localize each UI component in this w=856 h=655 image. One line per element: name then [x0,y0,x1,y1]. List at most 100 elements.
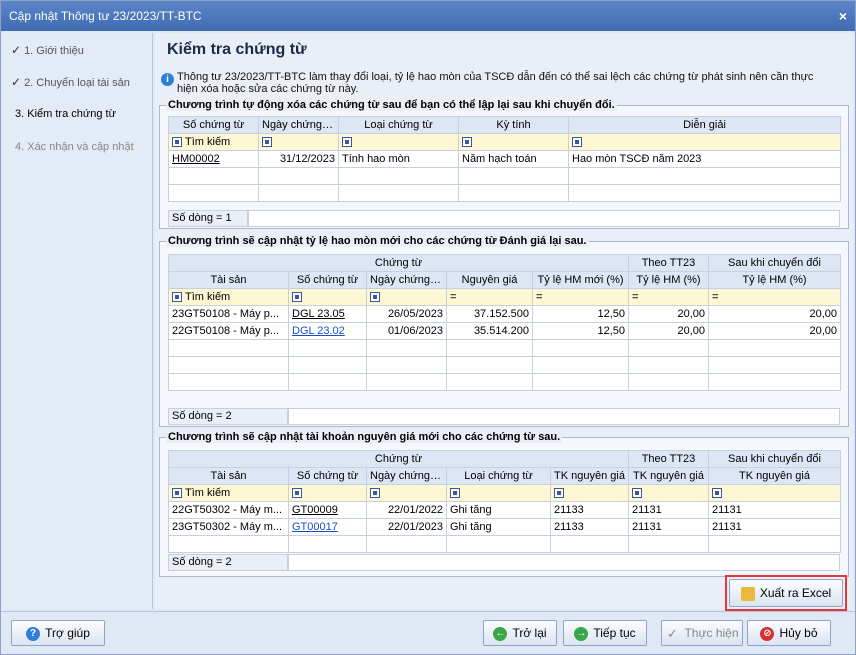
filter-cell[interactable] [628,484,709,502]
filter-cell[interactable]: = [628,288,709,306]
voucher-date: 26/05/2023 [366,305,447,323]
step-kiem-tra-chung-tu[interactable]: 3. Kiểm tra chứng từ [15,108,116,120]
column-header[interactable]: Ngày chứng từ [366,467,447,485]
group-header-theo-tt23: Theo TT23 [628,450,709,468]
column-header[interactable]: TK nguyên giá [708,467,841,485]
column-header[interactable]: TK nguyên giá [628,467,709,485]
cancel-button[interactable]: ⊘ Hủy bỏ [747,620,831,646]
arrow-right-icon: → [574,626,589,641]
column-header[interactable]: Ngày chứng từ [258,116,339,134]
export-excel-label: Xuất ra Excel [759,586,832,600]
column-header[interactable]: Số chứng từ [288,467,367,485]
step-xac-nhan-cap-nhat[interactable]: 4. Xác nhận và cập nhật [15,141,134,153]
execute-button[interactable]: ✓ Thực hiện [661,620,743,646]
filter-cell[interactable]: = [532,288,629,306]
row-count: Số dòng = 1 [168,210,248,227]
filter-cell[interactable]: = [708,288,841,306]
filter-cell[interactable] [446,484,551,502]
column-header[interactable]: Tỷ lệ HM (%) [628,271,709,289]
search-label: Tìm kiếm [185,291,231,303]
voucher-link[interactable]: DGL 23.05 [292,308,345,320]
equals-icon: = [450,291,457,303]
original-cost: 37.152.500 [446,305,533,323]
step-label: 4. Xác nhận và cập nhật [15,141,134,153]
filter-search-cell[interactable]: Tìm kiếm [168,133,259,151]
column-header[interactable]: Diễn giải [568,116,841,134]
column-header[interactable]: Số chứng từ [168,116,259,134]
filter-cell[interactable]: = [446,288,533,306]
next-button[interactable]: → Tiếp tục [563,620,647,646]
help-button[interactable]: ? Trợ giúp [11,620,105,646]
filter-cell[interactable] [366,484,447,502]
column-header[interactable]: Tài sản [168,467,289,485]
info-text-line1: Thông tư 23/2023/TT-BTC làm thay đổi loạ… [177,71,814,83]
filter-cell[interactable] [458,133,569,151]
voucher-link[interactable]: GT00017 [292,521,338,533]
filter-cell[interactable] [568,133,841,151]
back-button[interactable]: ← Trở lại [483,620,557,646]
filter-cell[interactable] [288,288,367,306]
column-header[interactable]: Số chứng từ [288,271,367,289]
table-row[interactable]: 22GT50108 - Máy p... DGL 23.02 01/06/202… [168,322,841,340]
voucher-number[interactable]: DGL 23.02 [288,322,367,340]
table-row-empty [168,167,841,185]
voucher-number[interactable]: GT00017 [288,518,367,536]
filter-cell[interactable] [708,484,841,502]
column-header[interactable]: Kỳ tính [458,116,569,134]
column-header[interactable]: Ngày chứng từ [366,271,447,289]
filter-row: Tìm kiếm [168,133,841,151]
filter-cell[interactable] [258,133,339,151]
column-header[interactable]: Nguyên giá [446,271,533,289]
section-title: Chương trình tự động xóa các chứng từ sa… [166,99,617,111]
filter-cell[interactable] [366,288,447,306]
voucher-link[interactable]: DGL 23.02 [292,325,345,337]
column-header[interactable]: Tỷ lệ HM (%) [708,271,841,289]
filter-search-cell[interactable]: Tìm kiếm [168,484,289,502]
filter-icon [370,292,380,303]
after-rate: 20,00 [708,305,841,323]
voucher-link[interactable]: GT00009 [292,504,338,516]
info-text-line2: hiện xóa hoặc sửa các chứng từ này. [177,83,359,95]
column-header[interactable]: TK nguyên giá [550,467,629,485]
help-icon: ? [26,626,41,641]
voucher-date: 22/01/2022 [366,501,447,519]
column-header[interactable]: Loại chứng từ [338,116,459,134]
voucher-link[interactable]: HM00002 [172,153,220,165]
grid-header-row: Tài sản Số chứng từ Ngày chứng từ Loại c… [168,467,841,485]
column-header[interactable]: Loại chứng từ [446,467,551,485]
title-bar: Cập nhật Thông tư 23/2023/TT-BTC × [1,1,855,31]
group-header-sau-chuyen-doi: Sau khi chuyển đổi [708,254,841,272]
filter-icon [712,488,722,499]
close-icon[interactable]: × [839,1,847,31]
after-account: 21131 [708,518,841,536]
info-icon: i [161,73,174,86]
account-grid: Chứng từ Theo TT23 Sau khi chuyển đổi Tà… [168,450,841,553]
column-header[interactable]: Tỷ lệ HM mới (%) [532,271,629,289]
column-header[interactable]: Tài sản [168,271,289,289]
checkmark-icon: ✓ [11,43,22,57]
row-count-fill [288,554,840,571]
main-content: Kiểm tra chứng từ i Thông tư 23/2023/TT-… [155,33,853,609]
filter-cell[interactable] [288,484,367,502]
table-row[interactable]: 22GT50302 - Máy m... GT00009 22/01/2022 … [168,501,841,519]
export-excel-button[interactable]: Xuất ra Excel [729,579,843,607]
filter-row: Tìm kiếm [168,484,841,502]
info-message: i Thông tư 23/2023/TT-BTC làm thay đổi l… [161,71,851,95]
filter-cell[interactable] [550,484,629,502]
filter-icon [370,488,380,499]
table-row[interactable]: 23GT50302 - Máy m... GT00017 22/01/2023 … [168,518,841,536]
table-row[interactable]: HM00002 31/12/2023 Tính hao mòn Năm hạch… [168,150,841,168]
voucher-number[interactable]: GT00009 [288,501,367,519]
filter-icon [172,488,182,499]
after-account: 21131 [708,501,841,519]
bottom-bar: ? Trợ giúp ← Trở lại → Tiếp tục ✓ Thực hiện … [1,611,855,654]
step-chuyen-loai-tai-san[interactable]: ✓ 2. Chuyển loại tài sản [11,75,130,89]
new-rate: 12,50 [532,305,629,323]
table-row[interactable]: 23GT50108 - Máy p... DGL 23.05 26/05/202… [168,305,841,323]
voucher-number[interactable]: DGL 23.05 [288,305,367,323]
table-row-empty [168,373,841,391]
filter-cell[interactable] [338,133,459,151]
step-gioi-thieu[interactable]: ✓ 1. Giới thiệu [11,43,84,57]
filter-search-cell[interactable]: Tìm kiếm [168,288,289,306]
voucher-number[interactable]: HM00002 [168,150,259,168]
